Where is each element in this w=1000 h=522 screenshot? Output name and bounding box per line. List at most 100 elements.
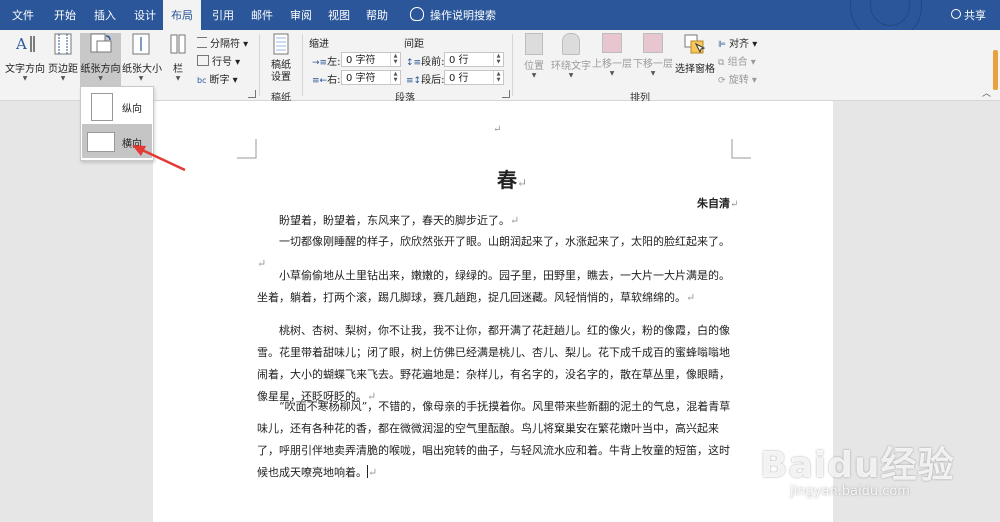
line-numbers-label: 行号	[212, 57, 232, 68]
wrap-text-label: 环绕文字	[551, 61, 591, 72]
align-button[interactable]: ⊫ 对齐 ▾	[718, 35, 757, 50]
rotate-icon: ⟳	[718, 76, 726, 86]
indent-heading: 缩进	[309, 39, 329, 50]
paragraph-3[interactable]: 小草偷偷地从土里钻出来，嫩嫩的，绿绿的。园子里，田野里，瞧去，一大片一大片满是的…	[257, 265, 733, 309]
paragraph-4[interactable]: 桃树、杏树、梨树，你不让我，我不让你，都开满了花赶趟儿。红的像火，粉的像霞，白的…	[257, 320, 733, 408]
spacing-after-icon: ≡↕	[406, 76, 422, 86]
paragraph-text: 小草偷偷地从土里钻出来，嫩嫩的，绿绿的。园子里，田野里，瞧去，一大片一大片满是的…	[257, 269, 730, 304]
document-title[interactable]: 春↵	[497, 164, 527, 193]
selection-pane-label: 选择窗格	[675, 64, 715, 75]
indent-right-icon: ≡←	[312, 76, 328, 86]
spinner-icon[interactable]: ▲ ▼	[493, 53, 503, 66]
group-separator	[512, 34, 513, 96]
title-text: 春	[497, 168, 517, 192]
group-button[interactable]: ⧉ 组合 ▾	[718, 53, 756, 68]
group-separator	[259, 34, 260, 96]
selection-pane-icon	[684, 34, 706, 54]
collapse-ribbon-icon[interactable]: ︿	[982, 86, 991, 99]
position-icon	[525, 33, 543, 55]
spacing-heading: 间距	[404, 39, 424, 50]
rotate-label: 旋转	[728, 75, 749, 86]
wrap-text-button[interactable]: 环绕文字 ▼	[551, 33, 591, 85]
spacing-after-value: 0 行	[449, 73, 469, 84]
spacing-after-label: ≡↕段后:	[406, 71, 444, 86]
author-text: 朱自清	[697, 197, 730, 210]
bring-forward-icon	[602, 33, 622, 53]
chevron-down-icon: ▼	[568, 72, 574, 79]
line-numbers-button[interactable]: 行号 ▾	[197, 53, 240, 68]
align-label: 对齐	[729, 39, 750, 50]
ribbon-scroll-thumb[interactable]	[993, 50, 998, 90]
paragraph-text: “吹面不寒杨柳风”，不错的，像母亲的手抚摸着你。风里带来些新翻的泥土的气息，混着…	[257, 400, 731, 479]
tab-references[interactable]: 引用	[206, 0, 240, 30]
annotation-arrow-icon	[132, 145, 186, 172]
spacing-before-label: ↕≡段前:	[406, 53, 444, 68]
spacing-before-text: 段前:	[421, 57, 445, 68]
draft-paper-label: 稿纸 设置	[271, 60, 291, 83]
spacing-before-value: 0 行	[449, 55, 469, 66]
indent-left-icon: →≡	[312, 58, 328, 68]
paragraph-text: 一切都像刚睡醒的样子，欣欣然张开了眼。山朗润起来了，水涨起来了，太阳的脸红起来了…	[279, 235, 730, 248]
draft-paper-button[interactable]: 稿纸 设置	[266, 33, 296, 85]
chevron-down-icon: ▼	[531, 72, 537, 79]
chevron-down-icon: ▼	[650, 70, 656, 77]
crop-mark-top-right	[731, 139, 751, 159]
paragraph-launcher-icon[interactable]	[502, 90, 510, 98]
bring-forward-label: 上移一层	[592, 59, 632, 70]
paragraph-5[interactable]: “吹面不寒杨柳风”，不错的，像母亲的手抚摸着你。风里带来些新翻的泥土的气息，混着…	[257, 396, 733, 484]
tell-me-label: 操作说明搜索	[430, 9, 496, 22]
person-icon	[951, 9, 961, 19]
selection-pane-button[interactable]: 选择窗格	[675, 33, 715, 85]
share-label: 共享	[964, 9, 986, 22]
indent-right-text: 右:	[327, 75, 341, 86]
spinner-icon[interactable]: ▲ ▼	[390, 53, 400, 66]
paragraph-mark: ↵	[510, 214, 520, 227]
bring-forward-button[interactable]: 上移一层 ▼	[592, 33, 632, 85]
indent-left-field[interactable]: 0 字符 ▲ ▼	[341, 52, 401, 67]
spinner-icon[interactable]: ▲ ▼	[390, 71, 400, 84]
spacing-before-icon: ↕≡	[406, 58, 422, 68]
group-separator	[302, 34, 303, 96]
page-setup-launcher-icon[interactable]	[248, 90, 256, 98]
send-backward-label: 下移一层	[633, 59, 673, 70]
rotate-button[interactable]: ⟳ 旋转 ▾	[718, 71, 757, 86]
group-label: 组合	[727, 57, 748, 68]
top-paragraph-mark: ↵	[493, 124, 502, 135]
paragraph-1[interactable]: 盼望着，盼望着，东风来了，春天的脚步近了。↵	[257, 210, 733, 232]
indent-left-value: 0 字符	[346, 55, 376, 66]
paragraph-mark: ↵	[368, 466, 378, 479]
tab-help[interactable]: 帮助	[360, 0, 394, 30]
tab-view[interactable]: 视图	[322, 0, 356, 30]
paragraph-mark: ↵	[517, 176, 528, 190]
send-backward-icon	[643, 33, 663, 53]
watermark-logo: Baidu经验	[760, 445, 955, 486]
indent-right-field[interactable]: 0 字符 ▲ ▼	[341, 70, 401, 85]
indent-left-label: →≡左:	[312, 53, 340, 68]
spinner-icon[interactable]: ▲ ▼	[493, 71, 503, 84]
indent-right-value: 0 字符	[346, 73, 376, 84]
paragraph-text: 盼望着，盼望着，东风来了，春天的脚步近了。	[279, 214, 510, 227]
position-button[interactable]: 位置 ▼	[519, 33, 549, 85]
paragraph-mark: ↵	[730, 199, 739, 210]
paragraph-mark: ↵	[686, 291, 696, 304]
group-icon: ⧉	[718, 58, 725, 68]
tab-mailings[interactable]: 邮件	[245, 0, 279, 30]
chevron-down-icon: ▼	[609, 70, 615, 77]
hyphenation-button[interactable]: bc 断字 ▾	[197, 71, 238, 86]
breaks-label: 分隔符	[210, 39, 240, 50]
lightbulb-icon	[410, 7, 424, 21]
tell-me-box[interactable]: 操作说明搜索	[410, 0, 496, 30]
document-author[interactable]: 朱自清↵	[697, 195, 738, 211]
indent-right-label: ≡←右:	[312, 71, 340, 86]
hyphenation-label: 断字	[209, 75, 230, 86]
breaks-button[interactable]: 分隔符 ▾	[197, 35, 248, 50]
align-icon: ⊫	[718, 40, 726, 50]
spacing-after-field[interactable]: 0 行 ▲ ▼	[444, 70, 504, 85]
spacing-before-field[interactable]: 0 行 ▲ ▼	[444, 52, 504, 67]
indent-left-text: 左:	[327, 57, 341, 68]
share-button[interactable]: 共享	[951, 0, 986, 30]
send-backward-button[interactable]: 下移一层 ▼	[633, 33, 673, 85]
paragraph-text: 桃树、杏树、梨树，你不让我，我不让你，都开满了花赶趟儿。红的像火，粉的像霞，白的…	[257, 324, 730, 403]
position-label: 位置	[524, 61, 544, 72]
tab-review[interactable]: 审阅	[284, 0, 318, 30]
